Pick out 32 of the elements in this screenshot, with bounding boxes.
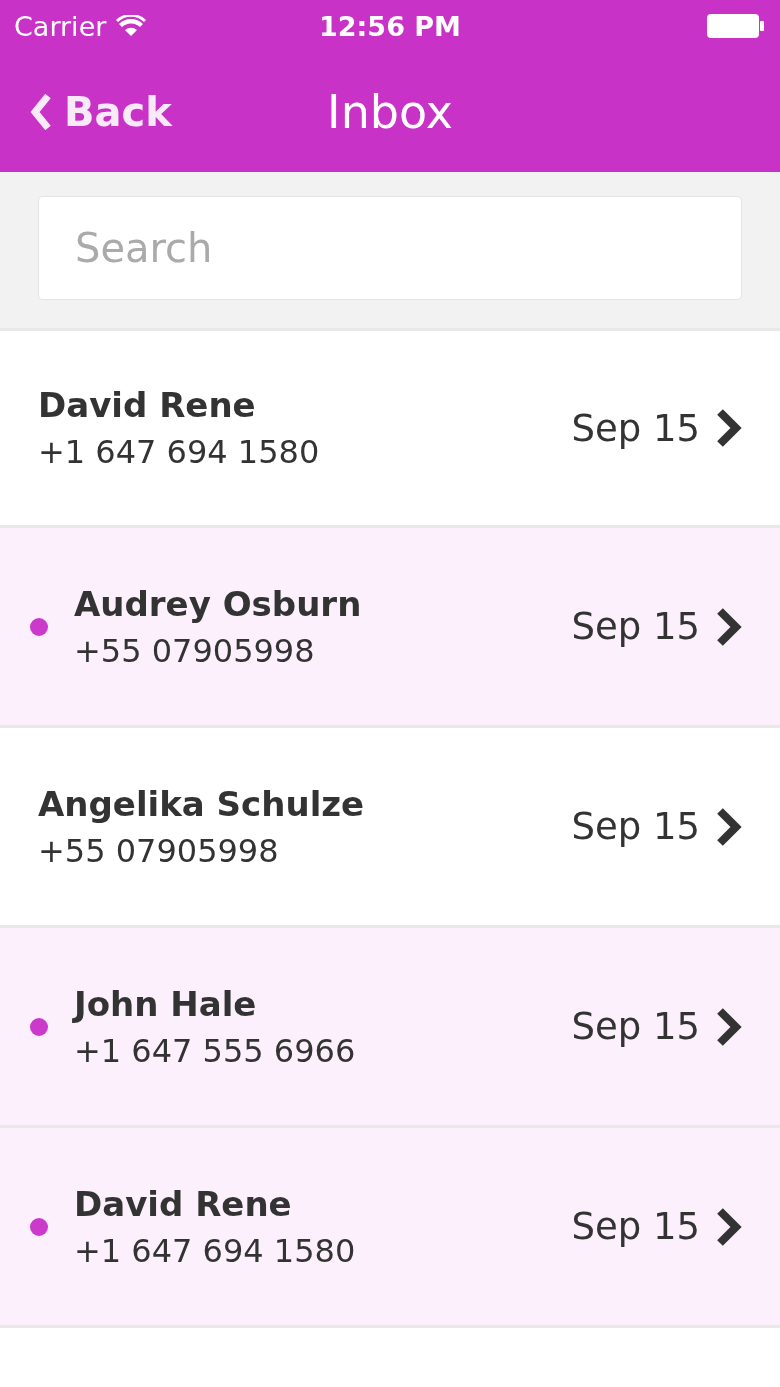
chevron-icon <box>714 1006 742 1047</box>
contact-name: Angelika Schulze <box>38 783 366 824</box>
chevron-icon <box>714 806 742 847</box>
message-date: Sep 15 <box>571 406 700 450</box>
message-date: Sep 15 <box>571 1005 700 1048</box>
status-time: 12:56 PM <box>319 10 461 42</box>
message-row[interactable]: David Rene +1 647 694 1580 Sep 15 <box>0 328 780 528</box>
message-row[interactable]: Audrey Osburn +55 07905998 Sep 15 <box>0 528 780 728</box>
wifi-icon <box>116 15 147 37</box>
screen-title: Inbox <box>327 85 453 139</box>
message-date: Sep 15 <box>571 805 700 848</box>
battery-icon <box>706 13 766 39</box>
phone-number: +1 647 555 6966 <box>74 1031 357 1070</box>
chevron-icon <box>714 1206 742 1247</box>
contact-name: David Rene <box>38 385 257 425</box>
phone-number: +55 07905998 <box>74 631 316 670</box>
message-row[interactable]: David Rene +1 647 694 1580 Sep 15 <box>0 1128 780 1328</box>
chevron-icon <box>714 606 742 647</box>
contact-name: John Hale <box>74 983 258 1024</box>
phone-number: +1 647 694 1580 <box>74 1231 357 1270</box>
contact-name: Audrey Osburn <box>74 583 363 624</box>
phone-number: +1 647 694 1580 <box>38 433 321 471</box>
search-field[interactable]: Search <box>38 196 742 300</box>
back-button[interactable]: Back <box>30 89 172 135</box>
phone-number: +55 07905998 <box>38 831 280 870</box>
contact-name: David Rene <box>74 1183 293 1224</box>
chevron-icon <box>714 408 742 448</box>
message-row[interactable]: John Hale +1 647 555 6966 Sep 15 <box>0 928 780 1128</box>
message-date: Sep 15 <box>571 1205 700 1248</box>
message-date: Sep 15 <box>571 605 700 648</box>
carrier-label: Carrier <box>14 10 107 42</box>
chevron-left-icon <box>30 93 52 131</box>
